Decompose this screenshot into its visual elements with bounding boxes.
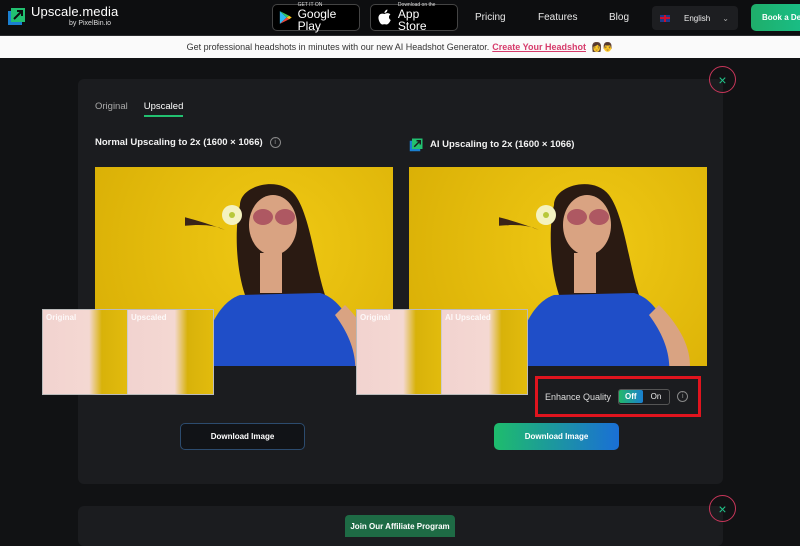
download-normal-button[interactable]: Download Image [180, 423, 305, 450]
language-selector[interactable]: English ⌄ [652, 6, 738, 30]
app-store-label: App Store [397, 7, 427, 33]
nav-pricing[interactable]: Pricing [475, 12, 506, 23]
app-store-button[interactable]: Download on the App Store [370, 3, 458, 33]
tab-original[interactable]: Original [95, 101, 128, 117]
view-tabs: Original Upscaled [95, 101, 199, 117]
headshot-faces-icon: 👩👨 [590, 41, 614, 52]
zoom-pane-upscaled: Upscaled [128, 310, 213, 394]
enhance-quality-label: Enhance Quality [545, 391, 612, 402]
logo-by: by PixelBin.io [69, 20, 112, 27]
apple-icon [378, 9, 391, 25]
logo-name: Upscale.media [31, 4, 119, 19]
enhance-quality-toggle[interactable]: Off On [618, 388, 671, 405]
top-navigation-bar: Upscale.media by PixelBin.io GET IT ON G… [0, 0, 800, 36]
affiliate-program-button[interactable]: Join Our Affiliate Program [345, 515, 455, 537]
close-icon: × [718, 71, 727, 88]
tab-upscaled[interactable]: Upscaled [143, 101, 184, 117]
ai-upscale-title: AI Upscaling to 2x (1600 × 1066) [430, 139, 575, 150]
toggle-off-option[interactable]: Off [619, 390, 643, 403]
download-ai-button[interactable]: Download Image [494, 423, 619, 450]
banner-text: Get professional headshots in minutes wi… [186, 42, 490, 52]
book-demo-button[interactable]: Book a Demo [751, 4, 800, 31]
normal-zoom-comparison: Original Upscaled [42, 309, 214, 395]
zoom-pane-original: Original [43, 310, 128, 394]
ai-zoom-comparison: Original AI Upscaled [356, 309, 528, 395]
nav-features[interactable]: Features [538, 12, 577, 23]
language-label: English [684, 13, 711, 23]
zoom-label: Upscaled [131, 313, 167, 322]
google-play-label: Google Play [297, 7, 337, 33]
info-icon[interactable]: i [677, 391, 689, 402]
google-play-icon [279, 11, 292, 24]
close-icon: × [718, 500, 727, 517]
normal-upscale-heading: Normal Upscaling to 2x (1600 × 1066) i [95, 137, 281, 148]
portrait-photo [499, 184, 690, 366]
info-icon[interactable]: i [269, 137, 281, 148]
zoom-label: Original [46, 313, 77, 322]
toggle-on-option[interactable]: On [643, 390, 670, 403]
uk-flag-icon [660, 14, 670, 22]
ai-upscale-icon [409, 138, 423, 152]
portrait-photo [185, 184, 376, 366]
zoom-label: Original [360, 313, 391, 322]
google-play-button[interactable]: GET IT ON Google Play [272, 3, 360, 33]
zoom-pane-ai-upscaled: AI Upscaled [442, 310, 527, 394]
ai-upscale-heading: AI Upscaling to 2x (1600 × 1066) [409, 137, 574, 152]
create-headshot-link[interactable]: Create Your Headshot [492, 42, 586, 52]
close-second-result-button[interactable]: × [709, 495, 736, 522]
nav-blog[interactable]: Blog [609, 12, 629, 23]
zoom-label: AI Upscaled [445, 313, 491, 322]
enhance-quality-control: Enhance Quality Off On i [535, 376, 701, 417]
upscale-logo-icon [8, 8, 25, 25]
promo-banner: Get professional headshots in minutes wi… [0, 36, 800, 58]
logo[interactable]: Upscale.media by PixelBin.io [7, 5, 118, 27]
zoom-pane-original: Original [357, 310, 442, 394]
close-result-button[interactable]: × [709, 66, 736, 93]
normal-upscale-title: Normal Upscaling to 2x (1600 × 1066) [95, 137, 263, 148]
chevron-down-icon: ⌄ [722, 13, 729, 23]
